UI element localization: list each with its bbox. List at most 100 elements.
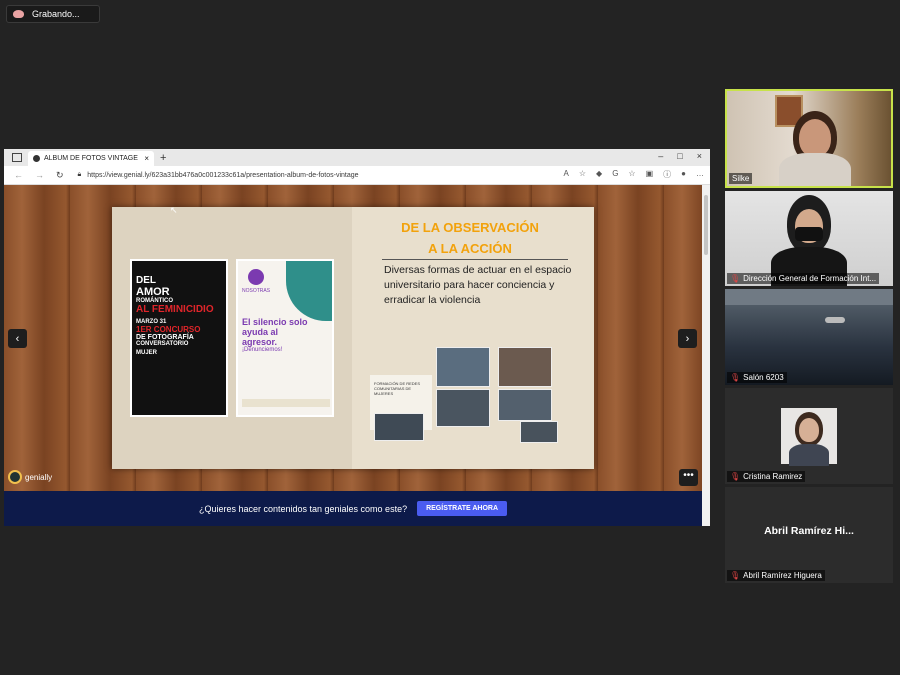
poster1-line1: DEL [136, 275, 156, 286]
photo-collage: FORMACIÓN DE REDES COMUNITARIAS DE MUJER… [370, 347, 566, 443]
url-text: https://view.genial.ly/623a31bb476a0c001… [87, 171, 359, 179]
scrollbar-thumb[interactable] [704, 195, 708, 255]
participant-face [799, 418, 819, 442]
face-mask [795, 227, 823, 241]
participant-tile-cristina[interactable]: 🎙︎ Cristina Ramirez [725, 388, 893, 484]
participant-label: 🎙︎ Dirección General de Formación Int... [727, 273, 880, 284]
register-button[interactable]: REGÍSTRATE AHORA [417, 501, 508, 516]
poster1-line4: AL FEMINICIDIO [136, 304, 214, 315]
poster-feminicidio: DEL AMOR ROMÁNTICO AL FEMINICIDIO MARZO … [130, 259, 228, 417]
recording-icon [13, 10, 24, 18]
participant-label: 🎙︎ Cristina Ramirez [727, 471, 806, 482]
participant-avatar [781, 408, 837, 466]
participant-name: Salón 6203 [743, 373, 784, 382]
slide-title-line1: DE LA OBSERVACIÓN [401, 220, 539, 235]
more-options-icon[interactable]: … [696, 169, 704, 180]
toolbar-icons: A ☆ ◆ G ☆ ▣ ⓘ ● … [564, 169, 704, 180]
mouse-cursor-icon: ↖ [170, 205, 178, 215]
participant-label: 🎙︎ Salón 6203 [727, 372, 787, 383]
poster2-org: NOSOTRAS [242, 288, 271, 294]
mic-off-icon: 🎙︎ [730, 571, 741, 580]
poster2-logos [242, 399, 330, 407]
back-icon[interactable]: ← [14, 170, 23, 181]
nav-buttons: ← → ↻ [14, 170, 64, 181]
genially-brand[interactable]: genially [8, 470, 52, 484]
next-slide-button[interactable]: › [678, 329, 697, 348]
mic-off-icon: 🎙︎ [730, 373, 741, 382]
poster1-line2: AMOR [136, 286, 170, 298]
recording-label: Grabando... [32, 9, 80, 19]
participant-name: Dirección General de Formación Int... [743, 274, 877, 283]
read-aloud-icon[interactable]: A [564, 169, 569, 180]
info-icon[interactable]: ⓘ [663, 169, 671, 180]
participant-body [779, 153, 851, 186]
poster1-line7: CONVERSATORIO [136, 341, 189, 347]
poster-silencio: NOSOTRAS El silencio solo ayuda al agres… [236, 259, 334, 417]
album-left-page: DEL AMOR ROMÁNTICO AL FEMINICIDIO MARZO … [112, 207, 352, 469]
more-options-button[interactable]: ••• [679, 469, 698, 486]
presentation-viewport: DEL AMOR ROMÁNTICO AL FEMINICIDIO MARZO … [4, 185, 702, 491]
refresh-icon[interactable]: ↻ [56, 170, 64, 181]
grammarly-icon[interactable]: G [612, 169, 618, 180]
poster1-line6: DE FOTOGRAFÍA [136, 334, 194, 341]
title-divider [382, 259, 568, 260]
url-field[interactable]: 🔒︎ https://view.genial.ly/623a31bb476a0c… [78, 171, 359, 179]
cta-text: ¿Quieres hacer contenidos tan geniales c… [198, 503, 408, 514]
projector [825, 317, 845, 323]
nosotras-logo-icon [248, 269, 264, 285]
shared-browser-window: ÁLBUM DE FOTOS VINTAGE por × + – □ × ← →… [4, 149, 710, 526]
ceiling [725, 289, 893, 305]
new-tab-button[interactable]: + [160, 152, 166, 164]
participant-tile-salon[interactable]: 🎙︎ Salón 6203 [725, 289, 893, 385]
participant-face [799, 119, 831, 157]
collage-photo [498, 389, 552, 421]
mic-off-icon: 🎙︎ [730, 472, 741, 481]
tab-close-icon[interactable]: × [144, 154, 149, 163]
cta-bar: ¿Quieres hacer contenidos tan geniales c… [4, 491, 702, 526]
poster2-sub: ¡Denunciemos! [242, 347, 283, 353]
leaf-decoration-icon [286, 261, 332, 321]
participant-tile-silke[interactable]: Silke [725, 89, 893, 188]
collage-photo [436, 389, 490, 427]
participant-label: 🎙︎ Abril Ramírez Higuera [727, 570, 825, 581]
collections-icon[interactable]: ▣ [646, 169, 654, 180]
tab-title: ÁLBUM DE FOTOS VINTAGE por [44, 155, 141, 162]
collage-photo [498, 347, 552, 387]
favorites-icon[interactable]: ☆ [628, 169, 635, 180]
tab-bar: ÁLBUM DE FOTOS VINTAGE por × + – □ × [4, 149, 710, 166]
lock-icon: 🔒︎ [77, 171, 82, 178]
genially-logo-icon [8, 470, 22, 484]
album-slide: DEL AMOR ROMÁNTICO AL FEMINICIDIO MARZO … [112, 207, 594, 469]
window-controls: – □ × [658, 151, 702, 161]
tab-favicon-icon [33, 155, 40, 162]
vertical-scrollbar[interactable] [702, 185, 710, 526]
participant-name: Abril Ramírez Higuera [743, 571, 822, 580]
slide-title: DE LA OBSERVACIÓN A LA ACCIÓN [370, 217, 570, 259]
maximize-button[interactable]: □ [677, 151, 682, 161]
window-menu-icon[interactable] [12, 153, 22, 162]
genially-label: genially [25, 472, 53, 482]
address-bar: ← → ↻ 🔒︎ https://view.genial.ly/623a31bb… [4, 166, 710, 185]
browser-tab[interactable]: ÁLBUM DE FOTOS VINTAGE por × [28, 151, 154, 166]
extension-icon[interactable]: ◆ [596, 169, 602, 180]
participant-tile-direccion[interactable]: 🎙︎ Dirección General de Formación Int... [725, 191, 893, 286]
collage-photo [520, 421, 558, 443]
collage-photo [374, 413, 424, 441]
participant-tile-abril[interactable]: Abril Ramírez Hi... 🎙︎ Abril Ramírez Hig… [725, 487, 893, 583]
participant-name: Cristina Ramirez [743, 472, 803, 481]
slide-title-line2: A LA ACCIÓN [428, 241, 512, 256]
participant-name: Silke [732, 174, 750, 183]
mic-off-icon: 🎙︎ [730, 274, 741, 283]
recording-indicator[interactable]: Grabando... [6, 5, 100, 23]
poster2-headline: El silencio solo ayuda al agresor. [242, 317, 308, 347]
close-window-button[interactable]: × [697, 151, 702, 161]
favorite-star-icon[interactable]: ☆ [579, 169, 586, 180]
forward-icon[interactable]: → [35, 170, 44, 181]
prev-slide-button[interactable]: ‹ [8, 329, 27, 348]
participant-body [789, 444, 829, 466]
slide-body-text: Diversas formas de actuar en el espacio … [384, 264, 572, 306]
poster1-line8: MUJER [136, 350, 158, 356]
participant-label: Silke [729, 173, 753, 184]
profile-icon[interactable]: ● [681, 169, 686, 180]
minimize-button[interactable]: – [658, 151, 663, 161]
